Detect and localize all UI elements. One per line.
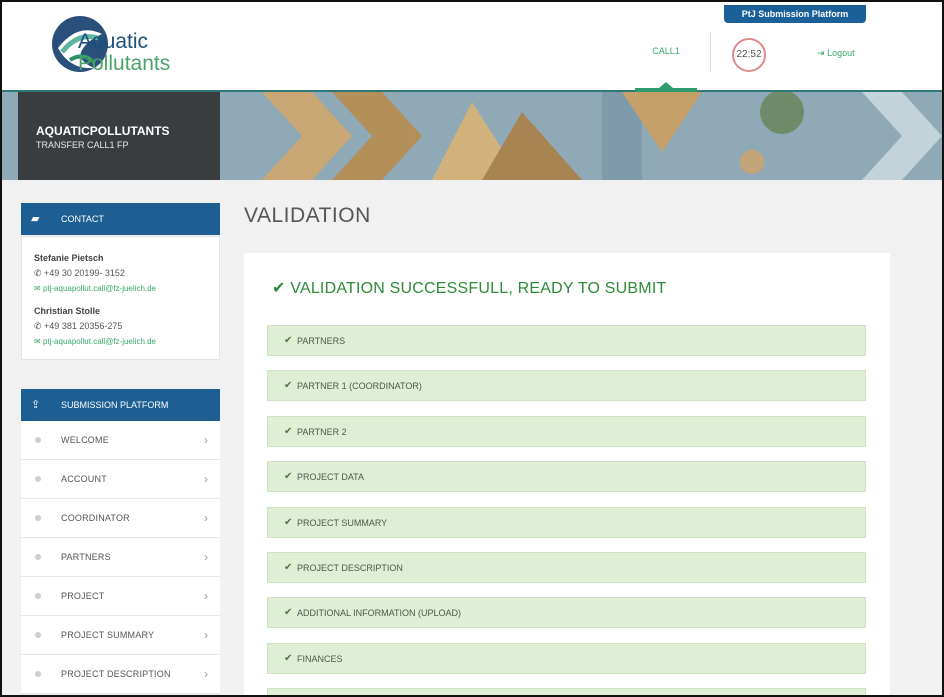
phone-number: +49 381 20356-275 xyxy=(44,321,123,331)
sidebar-item-label: PROJECT xyxy=(61,591,105,601)
sidebar-item-label: PARTNERS xyxy=(61,552,111,562)
check-icon: ✔ xyxy=(284,335,293,346)
sidebar-item-label: COORDINATOR xyxy=(61,513,130,523)
sidebar-item-project-description[interactable]: PROJECT DESCRIPTION › xyxy=(21,655,220,694)
upload-icon: ⇪ xyxy=(31,399,41,411)
contact-name: Stefanie Pietsch xyxy=(34,253,104,263)
validation-item-finances[interactable]: ✔ FINANCES xyxy=(267,643,866,674)
contact-panel-header: ▰ CONTACT xyxy=(21,203,220,235)
session-timer: 22:52 xyxy=(732,38,766,72)
phone-icon: ✆ xyxy=(34,268,45,278)
bullet-icon xyxy=(35,515,41,521)
chat-icon: ▰ xyxy=(31,213,40,225)
chevron-right-icon: › xyxy=(204,667,208,681)
mail-icon: ✉ xyxy=(34,284,43,293)
validation-item-label: PARTNER 1 (COORDINATOR) xyxy=(297,381,422,391)
validation-item-label: PROJECT SUMMARY xyxy=(297,518,388,528)
contact-phone: ✆ +49 381 20356-275 xyxy=(34,321,122,332)
check-icon: ✔ xyxy=(272,280,291,297)
app-frame: Aquatic Pollutants PtJ Submission Platfo… xyxy=(0,0,944,697)
sidebar-item-label: PROJECT SUMMARY xyxy=(61,630,155,640)
phone-icon: ✆ xyxy=(34,321,45,331)
bullet-icon xyxy=(35,476,41,482)
bullet-icon xyxy=(35,593,41,599)
validation-status-text: VALIDATION SUCCESSFULL, READY TO SUBMIT xyxy=(290,280,667,297)
banner-subtitle: TRANSFER CALL1 FP xyxy=(36,140,129,150)
bullet-icon xyxy=(35,437,41,443)
check-icon: ✔ xyxy=(284,471,293,482)
sidebar-item-account[interactable]: ACCOUNT › xyxy=(21,460,220,499)
validation-item-project-data[interactable]: ✔ PROJECT DATA xyxy=(267,461,866,492)
chevron-right-icon: › xyxy=(204,628,208,642)
validation-item-partner-1[interactable]: ✔ PARTNER 1 (COORDINATOR) xyxy=(267,370,866,401)
email-address: ptj-aquapollut.call@fz-juelich.de xyxy=(42,337,157,346)
chevron-right-icon: › xyxy=(204,589,208,603)
validation-item-partial[interactable] xyxy=(267,688,866,695)
chevron-right-icon: › xyxy=(204,550,208,564)
top-header: Aquatic Pollutants PtJ Submission Platfo… xyxy=(2,2,942,92)
logo-text-pollutants: Pollutants xyxy=(78,52,171,75)
sidebar-item-coordinator[interactable]: COORDINATOR › xyxy=(21,499,220,538)
header-divider xyxy=(710,32,711,72)
sidebar-item-welcome[interactable]: WELCOME › xyxy=(21,421,220,460)
bullet-icon xyxy=(35,632,41,638)
bullet-icon xyxy=(35,671,41,677)
contact-heading: CONTACT xyxy=(61,214,104,224)
platform-badge: PtJ Submission Platform xyxy=(724,5,866,23)
sidebar-item-partners[interactable]: PARTNERS › xyxy=(21,538,220,577)
sidebar-item-label: WELCOME xyxy=(61,435,109,445)
validation-item-label: PROJECT DESCRIPTION xyxy=(297,563,403,573)
check-icon: ✔ xyxy=(284,426,293,437)
logout-label: Logout xyxy=(827,48,855,58)
validation-item-project-description[interactable]: ✔ PROJECT DESCRIPTION xyxy=(267,552,866,583)
validation-item-additional-information[interactable]: ✔ ADDITIONAL INFORMATION (UPLOAD) xyxy=(267,597,866,628)
contact-phone: ✆ +49 30 20199- 3152 xyxy=(34,268,125,279)
logo-text-aquatic: Aquatic xyxy=(78,30,149,53)
check-icon: ✔ xyxy=(284,517,293,528)
logout-link[interactable]: ⇥ Logout xyxy=(817,48,855,59)
contact-name: Christian Stolle xyxy=(34,306,101,316)
bullet-icon xyxy=(35,554,41,560)
sidebar-item-label: ACCOUNT xyxy=(61,474,107,484)
page-title: VALIDATION xyxy=(244,204,371,227)
contact-email-link[interactable]: ✉ ptj-aquapollut.call@fz-juelich.de xyxy=(34,337,156,346)
tab-call1[interactable]: CALL1 xyxy=(635,46,697,56)
submission-nav-heading: SUBMISSION PLATFORM xyxy=(61,400,169,410)
validation-item-partners[interactable]: ✔ PARTNERS xyxy=(267,325,866,356)
sidebar-item-project-summary[interactable]: PROJECT SUMMARY › xyxy=(21,616,220,655)
validation-status: ✔ VALIDATION SUCCESSFULL, READY TO SUBMI… xyxy=(272,278,666,298)
chevron-right-icon: › xyxy=(204,472,208,486)
contact-panel-body: Stefanie Pietsch ✆ +49 30 20199- 3152 ✉ … xyxy=(21,236,220,360)
sidebar-item-label: PROJECT DESCRIPTION xyxy=(61,669,171,679)
check-icon: ✔ xyxy=(284,653,293,664)
validation-item-label: PROJECT DATA xyxy=(297,472,365,482)
check-icon: ✔ xyxy=(284,607,293,618)
validation-item-label: PARTNER 2 xyxy=(297,427,347,437)
chevron-right-icon: › xyxy=(204,433,208,447)
validation-item-label: ADDITIONAL INFORMATION (UPLOAD) xyxy=(297,608,462,618)
sidebar-item-project[interactable]: PROJECT › xyxy=(21,577,220,616)
check-icon: ✔ xyxy=(284,380,293,391)
validation-item-label: FINANCES xyxy=(297,654,343,664)
chevron-right-icon: › xyxy=(204,511,208,525)
phone-number: +49 30 20199- 3152 xyxy=(44,268,125,278)
check-icon: ✔ xyxy=(284,562,293,573)
banner-title: AQUATICPOLLUTANTS xyxy=(36,124,170,138)
email-address: ptj-aquapollut.call@fz-juelich.de xyxy=(42,284,157,293)
logout-icon: ⇥ xyxy=(817,48,825,58)
validation-item-project-summary[interactable]: ✔ PROJECT SUMMARY xyxy=(267,507,866,538)
validation-item-partner-2[interactable]: ✔ PARTNER 2 xyxy=(267,416,866,447)
mail-icon: ✉ xyxy=(34,337,43,346)
contact-email-link[interactable]: ✉ ptj-aquapollut.call@fz-juelich.de xyxy=(34,284,156,293)
validation-item-label: PARTNERS xyxy=(297,336,346,346)
submission-nav-header: ⇪ SUBMISSION PLATFORM xyxy=(21,389,220,421)
